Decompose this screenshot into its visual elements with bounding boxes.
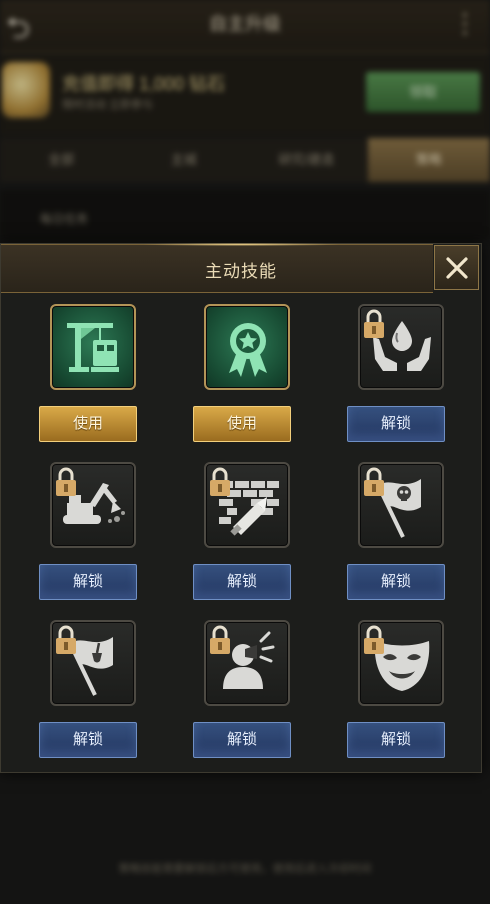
- skill-icon-frame[interactable]: [50, 304, 136, 390]
- padlock-icon: [364, 467, 384, 496]
- tab-all[interactable]: 全部: [0, 138, 123, 182]
- skill-icon-frame[interactable]: [50, 620, 136, 706]
- tab-strategy[interactable]: 策略: [367, 138, 490, 182]
- skill-slot: 解锁: [193, 462, 303, 612]
- medal-ribbon-icon: [229, 323, 267, 377]
- banner-subtext: 限时活动 立即参与: [62, 99, 154, 111]
- treasure-chest-icon: [2, 62, 50, 118]
- skill-icon-frame[interactable]: [204, 462, 290, 548]
- top-bar: ⮌ 自主升级 ⋮: [0, 0, 490, 53]
- tab-bar: 全部 主城 研究/建造 策略: [0, 138, 490, 182]
- unlock-button[interactable]: 解锁: [39, 564, 137, 600]
- unlock-button[interactable]: 解锁: [193, 564, 291, 600]
- menu-icon[interactable]: ⋮: [452, 8, 478, 39]
- padlock-icon: [56, 467, 76, 496]
- padlock-icon: [364, 625, 384, 654]
- construction-crane-icon: [67, 323, 119, 372]
- unlock-button[interactable]: 解锁: [347, 722, 445, 758]
- use-button[interactable]: 使用: [39, 406, 137, 442]
- skill-slot: 解锁: [347, 620, 457, 770]
- tab-research[interactable]: 研究/建造: [245, 138, 368, 182]
- skill-icon-frame[interactable]: [358, 304, 444, 390]
- skill-slot: 解锁: [347, 304, 457, 454]
- padlock-icon: [56, 625, 76, 654]
- skill-icon-frame[interactable]: [358, 462, 444, 548]
- banner-text: 充值即得 1,000 钻石: [62, 74, 226, 94]
- skill-slot: 使用: [39, 304, 149, 454]
- close-icon: [446, 257, 468, 279]
- unlock-button[interactable]: 解锁: [347, 406, 445, 442]
- screen-title: 自主升级: [209, 14, 281, 34]
- padlock-icon: [210, 625, 230, 654]
- header-glow: [141, 243, 341, 246]
- skill-icon-frame[interactable]: [50, 462, 136, 548]
- footer-text: 策略技能需要解锁后方可使用，使用后进入冷却时间: [118, 863, 372, 875]
- skill-slot: 解锁: [193, 620, 303, 770]
- dialog-title: 主动技能: [205, 262, 277, 281]
- skill-icon-frame[interactable]: [358, 620, 444, 706]
- padlock-icon: [364, 309, 384, 338]
- banner-button[interactable]: 领取: [366, 72, 480, 112]
- active-skills-dialog: 主动技能 使用 使用 解锁 解锁 解锁 解锁 解锁 解锁 解锁: [0, 243, 482, 773]
- use-button[interactable]: 使用: [193, 406, 291, 442]
- unlock-button[interactable]: 解锁: [193, 722, 291, 758]
- skill-slot: 解锁: [39, 620, 149, 770]
- skill-icon-frame[interactable]: [204, 304, 290, 390]
- close-button[interactable]: [434, 245, 479, 290]
- unlock-button[interactable]: 解锁: [39, 722, 137, 758]
- padlock-icon: [210, 467, 230, 496]
- skill-slot: 使用: [193, 304, 303, 454]
- tab-city[interactable]: 主城: [123, 138, 246, 182]
- unlock-button[interactable]: 解锁: [347, 564, 445, 600]
- skill-slot: 解锁: [39, 462, 149, 612]
- skill-icon-frame[interactable]: [204, 620, 290, 706]
- skill-slot: 解锁: [347, 462, 457, 612]
- list-row-text: 每日任务: [40, 212, 89, 226]
